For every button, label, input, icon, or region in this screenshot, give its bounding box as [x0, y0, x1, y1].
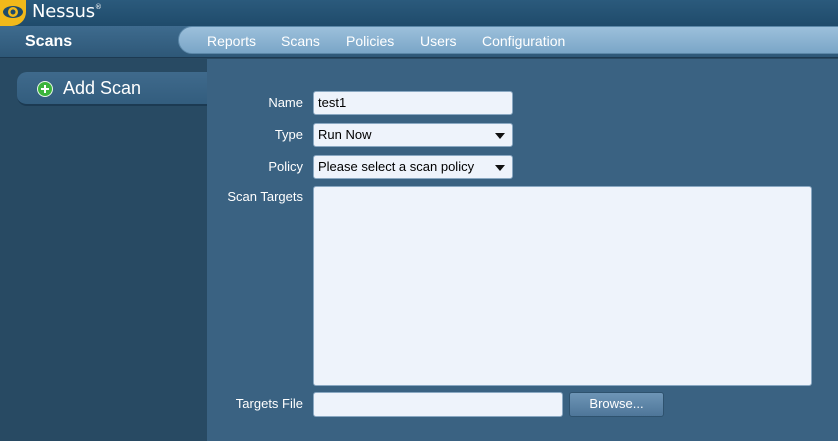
section-title: Scans	[25, 33, 73, 50]
scan-targets-textarea[interactable]	[313, 186, 812, 386]
nav-bar: Scans Reports Scans Policies Users Confi…	[0, 26, 838, 58]
type-label: Type	[274, 127, 303, 142]
add-scan-label: Add Scan	[63, 78, 142, 98]
sidebar	[0, 59, 207, 441]
browse-button[interactable]: Browse...	[569, 392, 664, 417]
targets-file-input[interactable]	[313, 392, 563, 417]
policy-label: Policy	[268, 159, 303, 174]
nessus-eye-icon	[0, 0, 26, 26]
caret-down-icon	[495, 165, 505, 171]
type-select[interactable]: Run Now	[313, 123, 513, 147]
targets-file-label: Targets File	[235, 396, 303, 411]
plus-circle-icon	[37, 81, 53, 97]
type-select-value: Run Now	[318, 127, 372, 142]
nav-item-configuration[interactable]: Configuration	[482, 33, 565, 49]
nav-item-scans[interactable]: Scans	[281, 33, 320, 49]
name-label: Name	[268, 95, 303, 110]
name-input[interactable]: test1	[313, 91, 513, 115]
trademark: ®	[94, 3, 102, 11]
nav-item-users[interactable]: Users	[420, 33, 457, 49]
caret-down-icon	[495, 133, 505, 139]
scan-targets-label: Scan Targets	[227, 189, 303, 204]
add-scan-tab[interactable]: Add Scan	[17, 72, 207, 106]
nav-item-policies[interactable]: Policies	[346, 33, 394, 49]
nav-item-reports[interactable]: Reports	[207, 33, 256, 49]
logo-bar: Nessus®	[0, 0, 838, 26]
policy-select-value: Please select a scan policy	[318, 159, 475, 174]
main-nav: Reports Scans Policies Users Configurati…	[178, 26, 838, 54]
policy-select[interactable]: Please select a scan policy	[313, 155, 513, 179]
app-logo-text: Nessus®	[32, 1, 102, 22]
app-name: Nessus	[32, 1, 95, 22]
